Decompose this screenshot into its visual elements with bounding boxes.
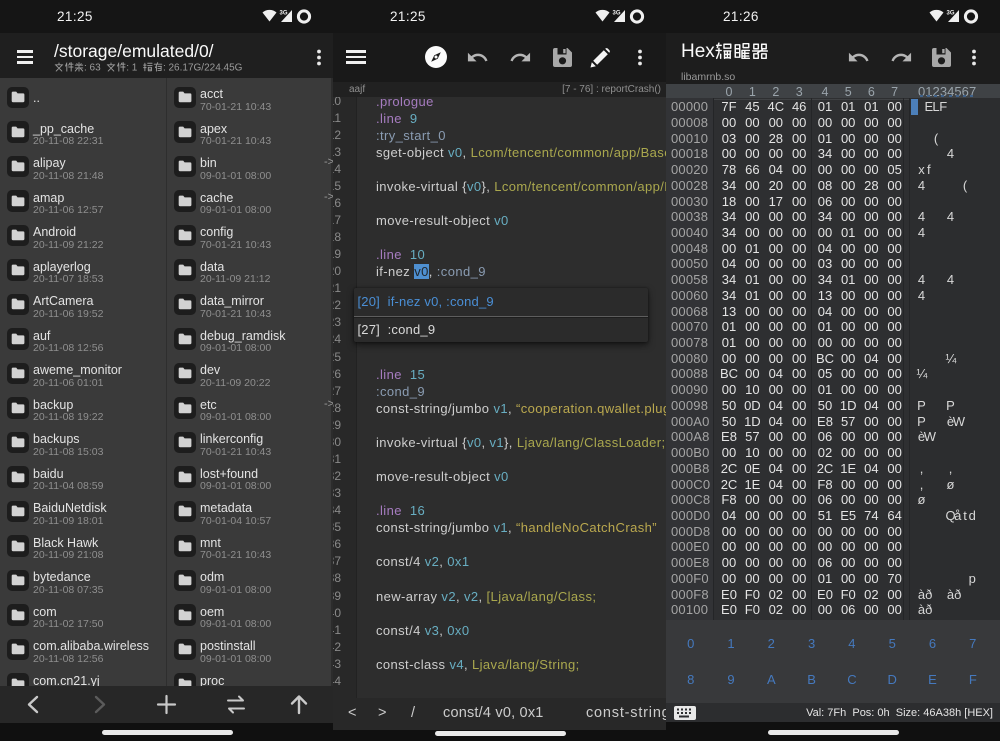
- svg-text:3G: 3G: [613, 11, 621, 17]
- svg-text:3G: 3G: [280, 11, 288, 17]
- svg-text:3G: 3G: [947, 11, 955, 17]
